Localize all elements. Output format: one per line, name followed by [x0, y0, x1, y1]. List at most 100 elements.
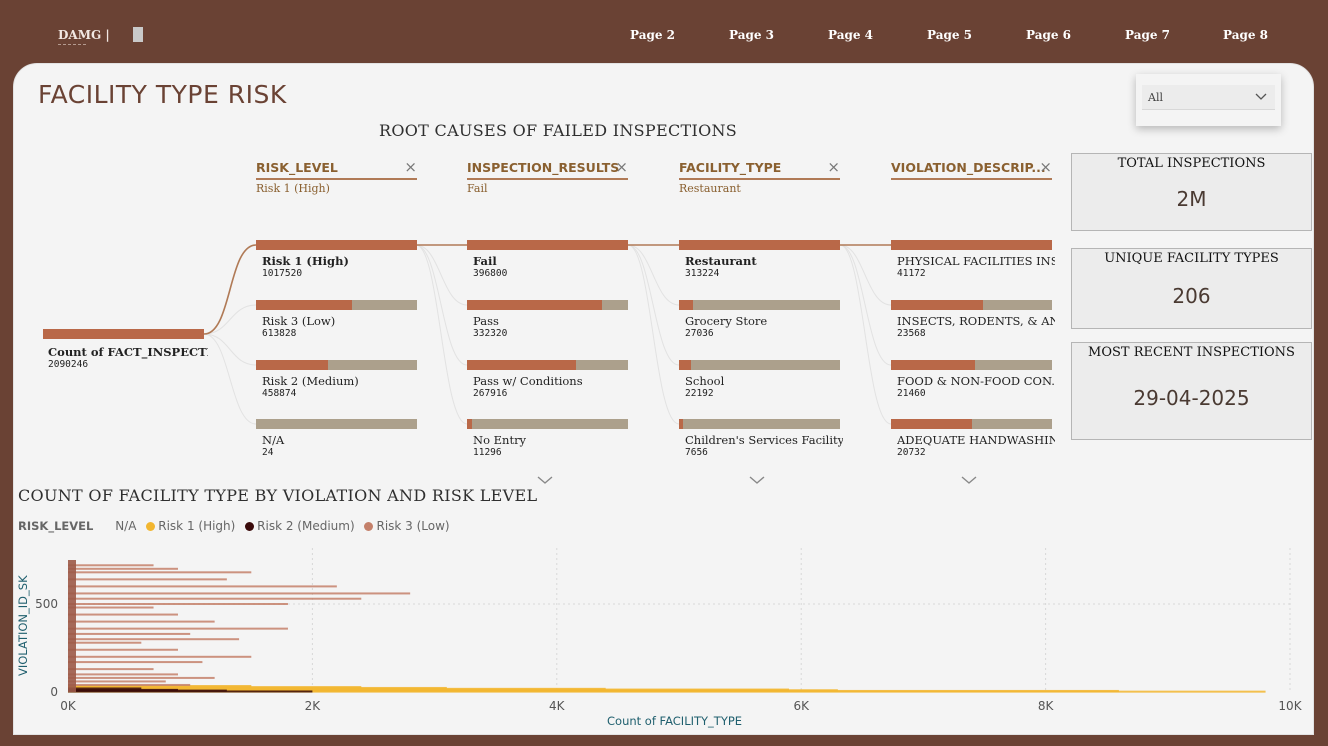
legend-label: N/A [115, 519, 137, 533]
node-fill [467, 240, 628, 250]
decomp-node[interactable]: Pass w/ Conditions 267916 [467, 360, 628, 400]
chart-bar [68, 597, 362, 600]
violation-bar-chart: 0K 2K 4K 6K 8K 10K 0 500 Count of FACILITY_TYPE… [16, 548, 1303, 728]
chart-bars [68, 560, 1266, 693]
node-value: 613828 [262, 328, 297, 339]
level-name: FACILITY_TYPE [679, 160, 782, 175]
brand-logo-icon [133, 27, 143, 42]
decomp-node[interactable]: Risk 2 (Medium) 458874 [256, 360, 417, 400]
node-track [679, 360, 840, 370]
legend-label: Risk 3 (Low) [376, 519, 450, 533]
decomp-node[interactable]: ADEQUATE HANDWASHIN... 20732 [891, 419, 1055, 459]
node-fill [891, 360, 975, 370]
chart-bar [68, 673, 178, 676]
chevron-down-icon[interactable] [537, 476, 553, 485]
close-icon[interactable]: × [615, 158, 628, 176]
node-fill [679, 360, 691, 370]
chevron-down-icon[interactable] [961, 476, 977, 485]
decomp-root-node[interactable]: Count of FACT_INSPECTI... 2090246 [43, 329, 208, 370]
node-label: ADEQUATE HANDWASHIN... [897, 433, 1055, 447]
decomp-node[interactable]: FOOD & NON-FOOD CON... 21460 [891, 360, 1055, 400]
card-value: 29-04-2025 [1133, 386, 1250, 410]
node-label: Risk 2 (Medium) [262, 374, 359, 388]
decomp-node[interactable]: Risk 3 (Low) 613828 [256, 300, 417, 340]
node-value: 458874 [262, 388, 297, 399]
node-fill [891, 300, 983, 310]
kpi-card-total-inspections: TOTAL INSPECTIONS 2M [1071, 153, 1312, 231]
nav-page-7[interactable]: Page 7 [1125, 28, 1170, 42]
nav-page-2[interactable]: Page 2 [630, 28, 675, 42]
nav-page-5[interactable]: Page 5 [927, 28, 972, 42]
legend-item-risk3[interactable]: Risk 3 (Low) [364, 519, 450, 533]
decomp-node[interactable]: Grocery Store 27036 [679, 300, 840, 340]
node-value: 1017520 [262, 268, 303, 279]
level-selected-value: Risk 1 (High) [256, 182, 330, 195]
close-icon[interactable]: × [404, 158, 417, 176]
node-label: Pass w/ Conditions [473, 374, 583, 388]
chart-bar [68, 571, 252, 574]
decomp-node[interactable]: Pass 332320 [467, 300, 628, 340]
y-tick-label: 500 [35, 597, 58, 611]
card-title: TOTAL INSPECTIONS [1117, 156, 1266, 171]
node-value: 22192 [685, 388, 714, 399]
kpi-card-unique-facility-types: UNIQUE FACILITY TYPES 206 [1071, 248, 1312, 329]
node-label: N/A [262, 433, 285, 447]
level-header-facility-type: FACILITY_TYPE × [679, 158, 840, 180]
chart-bar [68, 655, 252, 658]
nav-page-3[interactable]: Page 3 [729, 28, 774, 42]
chevron-down-icon [1255, 93, 1267, 100]
legend-label: Risk 1 (High) [158, 519, 236, 533]
decomp-node[interactable]: Children's Services Facility 7656 [679, 419, 843, 459]
decomp-node[interactable]: INSECTS, RODENTS, & ANI... 23568 [891, 300, 1055, 340]
chart-bar [68, 606, 154, 609]
node-value: 7656 [685, 447, 708, 458]
nav-page-8[interactable]: Page 8 [1223, 28, 1268, 42]
decomp-node[interactable]: N/A 24 [256, 419, 417, 459]
node-value: 41172 [897, 268, 926, 279]
chart-bar [68, 627, 288, 630]
close-icon[interactable]: × [1039, 158, 1052, 176]
node-track [679, 300, 840, 310]
decomp-node[interactable]: No Entry 11296 [467, 419, 628, 459]
node-fill [467, 419, 472, 429]
facility-slicer-dropdown[interactable]: All [1142, 85, 1275, 110]
chart-bar [68, 620, 215, 623]
node-label: Risk 3 (Low) [262, 314, 336, 328]
chart-bar [68, 683, 191, 686]
node-track [679, 419, 840, 429]
legend-item-risk1[interactable]: Risk 1 (High) [146, 519, 235, 533]
chart-bar [68, 661, 203, 664]
x-tick-label: 2K [305, 699, 322, 713]
node-fill [467, 300, 602, 310]
root-bar [43, 329, 204, 339]
legend-item-na[interactable]: N/A [115, 519, 136, 533]
legend-item-risk2[interactable]: Risk 2 (Medium) [245, 519, 355, 533]
chevron-down-icon[interactable] [749, 476, 765, 485]
node-fill [679, 419, 683, 429]
nav-page-6[interactable]: Page 6 [1026, 28, 1071, 42]
level-header-inspection-results: INSPECTION_RESULTS × [467, 158, 628, 180]
card-title: MOST RECENT INSPECTIONS [1088, 345, 1295, 360]
node-fill [467, 360, 576, 370]
chart-bar [68, 578, 227, 581]
decomp-node[interactable]: Fail 396800 [467, 240, 628, 280]
node-value: 20732 [897, 447, 926, 458]
chart-bar [68, 564, 154, 567]
legend-dot [146, 522, 156, 531]
chart-bar [68, 632, 191, 635]
brand-underline [58, 44, 86, 45]
node-value: 332320 [473, 328, 508, 339]
node-value: 24 [262, 447, 274, 458]
level-name: INSPECTION_RESULTS [467, 160, 620, 175]
slicer-value: All [1148, 91, 1163, 104]
decomp-node[interactable]: School 22192 [679, 360, 840, 400]
y-axis-title: VIOLATION_ID_SK [16, 575, 30, 676]
nav-page-4[interactable]: Page 4 [828, 28, 873, 42]
decomp-node[interactable]: Restaurant 313224 [679, 240, 840, 280]
close-icon[interactable]: × [827, 158, 840, 176]
chart-bar [68, 648, 178, 651]
level-selected-value: Fail [467, 182, 488, 195]
legend-dot [245, 522, 255, 531]
decomp-node[interactable]: PHYSICAL FACILITIES INSTA... 41172 [891, 240, 1055, 280]
decomp-node[interactable]: Risk 1 (High) 1017520 [256, 240, 417, 280]
